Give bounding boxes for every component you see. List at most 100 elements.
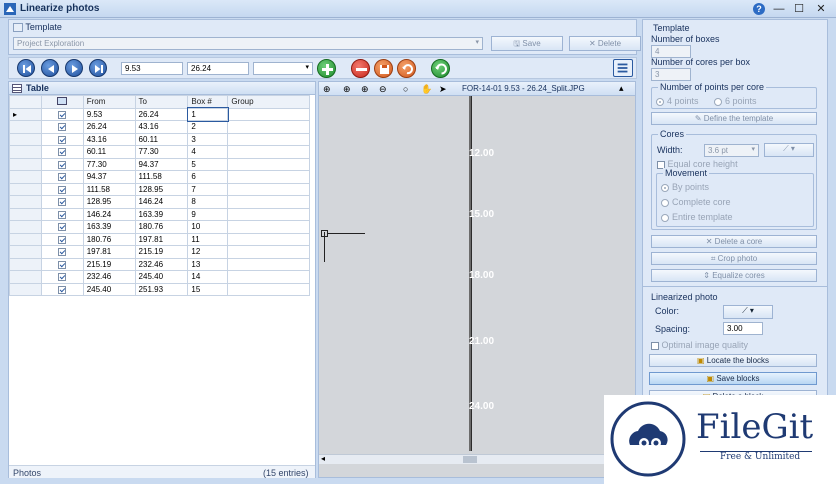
save-blocks-button[interactable]: ▣ Save blocks [649,372,817,385]
close-icon[interactable]: ✕ [814,2,828,16]
include-checkbox[interactable] [58,285,67,294]
cell-box[interactable]: 7 [187,182,229,196]
column-header-from[interactable]: From [82,95,136,109]
include-checkbox[interactable] [58,160,67,169]
include-checkbox-cell[interactable] [40,232,84,246]
number-of-cores-input[interactable]: 3 [651,68,691,81]
cell-box[interactable]: 9 [187,207,229,221]
include-checkbox[interactable] [58,123,67,132]
include-checkbox[interactable] [58,235,67,244]
include-checkbox-cell[interactable] [40,120,84,134]
cell-group[interactable] [227,282,310,296]
cell-group[interactable] [227,232,310,246]
include-checkbox[interactable] [58,185,67,194]
zoom-out-icon[interactable]: ⊖ [379,84,387,95]
cell-from[interactable]: 163.39 [82,220,136,234]
column-header-group[interactable]: Group [227,95,310,109]
row-indicator[interactable] [9,232,42,246]
cell-group[interactable] [227,220,310,234]
include-checkbox-cell[interactable] [40,282,84,296]
cell-from[interactable]: 215.19 [82,257,136,271]
table-row[interactable]: 146.24 163.39 9 [9,207,310,221]
previous-record-button[interactable] [41,59,59,77]
zoom-actual-icon[interactable]: ⊕ [343,84,351,95]
cell-from[interactable]: 77.30 [82,157,136,171]
move-by-points-radio[interactable]: By points [661,182,709,192]
cell-group[interactable] [227,257,310,271]
scroll-left-icon[interactable]: ◂ [321,454,325,463]
cell-from[interactable]: 128.95 [82,195,136,209]
cell-from[interactable]: 60.11 [82,145,136,159]
group-select[interactable]: ▾ [253,62,313,75]
cell-group[interactable] [227,195,310,209]
include-column-header[interactable] [40,95,84,109]
cell-to[interactable]: 111.58 [134,170,189,184]
maximize-icon[interactable]: ☐ [792,2,806,16]
row-indicator[interactable] [9,157,42,171]
include-checkbox-cell[interactable] [40,145,84,159]
cell-from[interactable]: 146.24 [82,207,136,221]
help-icon[interactable]: ? [752,2,766,16]
include-checkbox[interactable] [58,273,67,282]
include-checkbox-cell[interactable] [40,132,84,146]
horizontal-scrollbar[interactable]: ◂ [319,454,635,464]
cell-to[interactable]: 180.76 [134,220,189,234]
cell-from[interactable]: 94.37 [82,170,136,184]
equalize-cores-button[interactable]: ⇕ Equalize cores [651,269,817,282]
minimize-icon[interactable]: — [772,2,786,16]
delete-core-button[interactable]: ✕ Delete a core [651,235,817,248]
table-row[interactable]: 26.24 43.16 2 [9,120,310,134]
cell-to[interactable]: 232.46 [134,257,189,271]
include-checkbox-cell[interactable] [40,195,84,209]
pointer-icon[interactable]: ➤ [439,84,447,95]
cell-box[interactable]: 1 [186,107,229,122]
cell-from[interactable]: 9.53 [82,107,136,121]
spacing-input[interactable]: 3.00 [723,322,763,335]
cell-box[interactable]: 13 [187,257,229,271]
template-save-button[interactable]: 🖫 Save [491,36,563,51]
table-row[interactable]: 60.11 77.30 4 [9,145,310,159]
table-row[interactable]: 197.81 215.19 12 [9,245,310,259]
cell-box[interactable]: 4 [187,145,229,159]
cell-from[interactable]: 43.16 [82,132,136,146]
cell-group[interactable] [227,157,310,171]
table-row[interactable]: 111.58 128.95 7 [9,182,310,196]
cell-to[interactable]: 26.24 [134,107,189,121]
include-checkbox[interactable] [58,148,67,157]
cell-to[interactable]: 215.19 [134,245,189,259]
cell-box[interactable]: 14 [187,270,229,284]
next-record-button[interactable] [65,59,83,77]
include-checkbox-cell[interactable] [40,257,84,271]
locate-blocks-button[interactable]: ▣ Locate the blocks [649,354,817,367]
table-row[interactable]: 180.76 197.81 11 [9,232,310,246]
table-row[interactable]: 245.40 251.93 15 [9,282,310,296]
include-checkbox[interactable] [58,135,67,144]
cell-to[interactable]: 163.39 [134,207,189,221]
table-row[interactable]: ▸ 9.53 26.24 1 [9,107,310,122]
include-checkbox-cell[interactable] [40,207,84,221]
template-delete-button[interactable]: ✕ Delete [569,36,641,51]
color-picker-button[interactable]: ⟋ ▾ [723,305,773,319]
move-entire-template-radio[interactable]: Entire template [661,212,733,222]
row-indicator[interactable] [9,207,42,221]
first-record-button[interactable] [17,59,35,77]
cell-group[interactable] [227,245,310,259]
row-indicator[interactable] [9,282,42,296]
include-checkbox[interactable] [58,110,67,119]
table-row[interactable]: 128.95 146.24 8 [9,195,310,209]
last-record-button[interactable] [89,59,107,77]
from-input[interactable]: 9.53 [121,62,183,75]
cell-group[interactable] [227,145,310,159]
row-indicator[interactable] [9,220,42,234]
include-checkbox-cell[interactable] [40,245,84,259]
search-icon[interactable]: ○ [403,84,408,94]
include-checkbox[interactable] [58,210,67,219]
row-indicator[interactable] [9,120,42,134]
table-row[interactable]: 232.46 245.40 14 [9,270,310,284]
cell-from[interactable]: 26.24 [82,120,136,134]
points-4-radio[interactable]: 4 points [656,96,699,106]
include-checkbox-cell[interactable] [40,157,84,171]
add-record-button[interactable] [317,59,336,78]
include-checkbox[interactable] [58,173,67,182]
row-indicator[interactable] [9,270,42,284]
